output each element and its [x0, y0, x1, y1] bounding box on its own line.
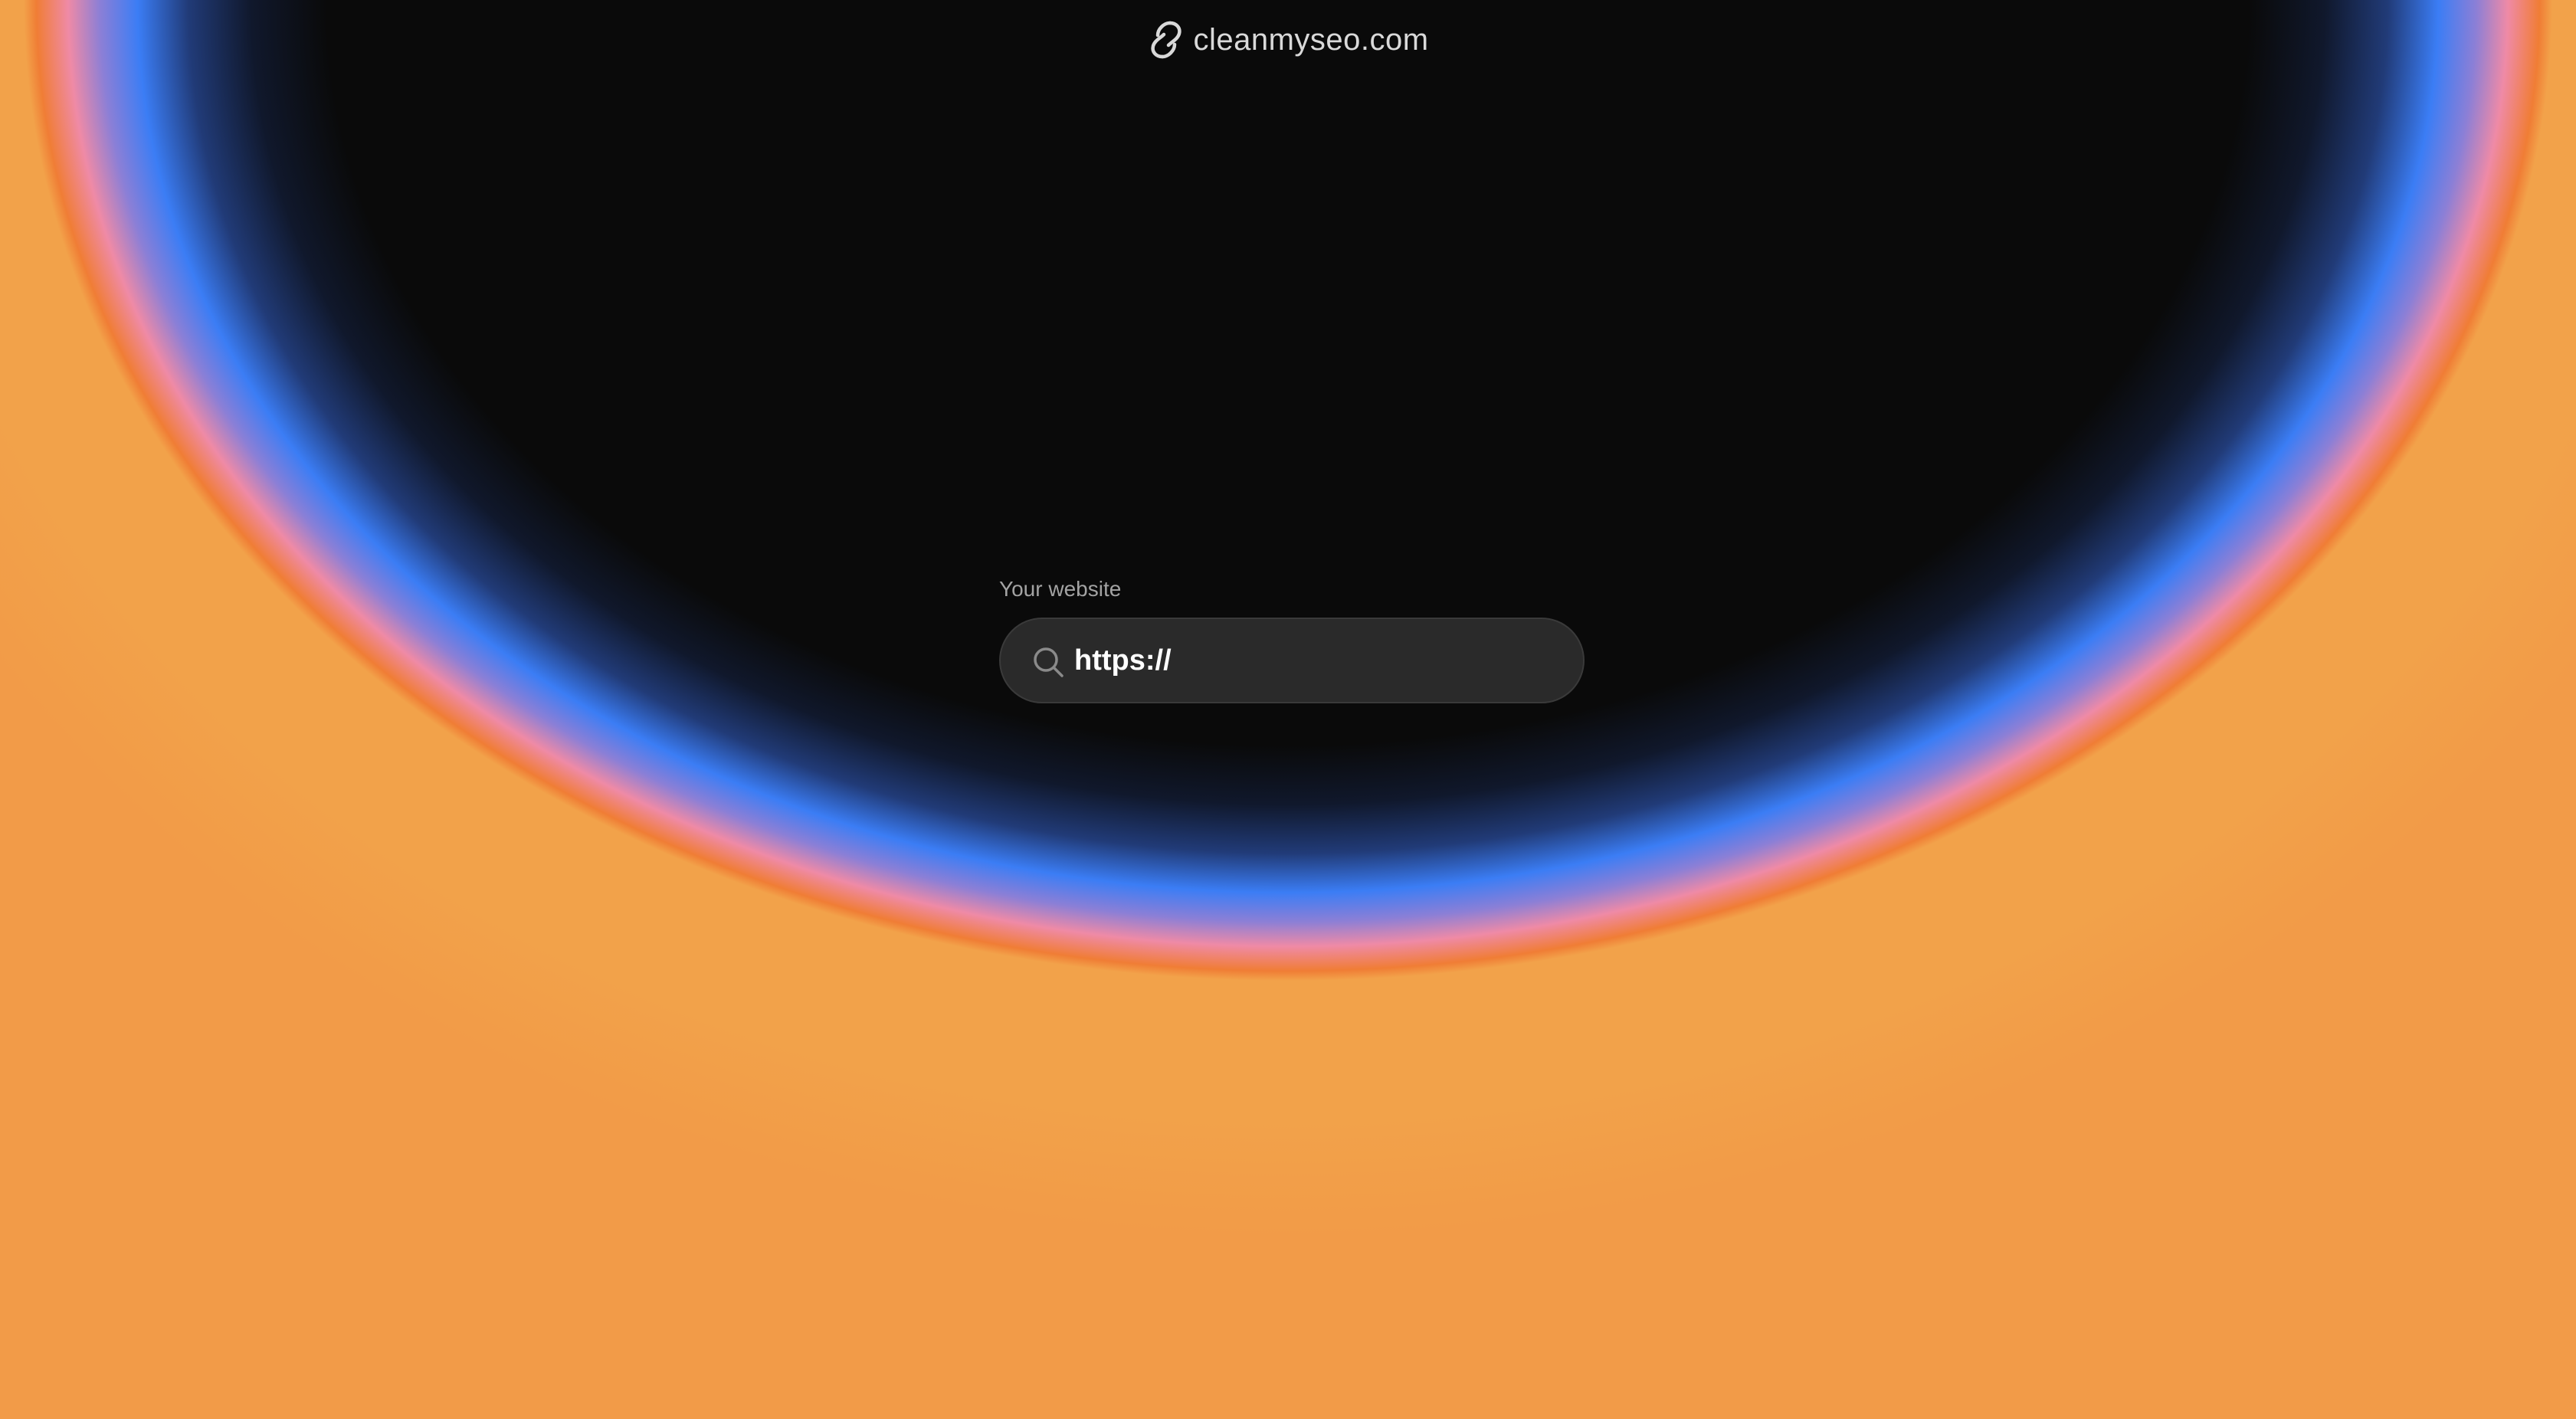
url-input-container[interactable]: [999, 618, 1585, 703]
website-form: Your website: [999, 576, 1585, 703]
background-glow: [0, 0, 2576, 1419]
link-logo-icon: [1151, 21, 1182, 59]
brand-logo-link[interactable]: cleanmyseo.com: [0, 18, 2576, 61]
page: cleanmyseo.com Your website: [0, 0, 2576, 1419]
brand-name: cleanmyseo.com: [1193, 22, 1429, 57]
search-icon: [1034, 647, 1064, 677]
website-url-input[interactable]: [1074, 619, 1565, 702]
website-label: Your website: [999, 577, 1122, 601]
